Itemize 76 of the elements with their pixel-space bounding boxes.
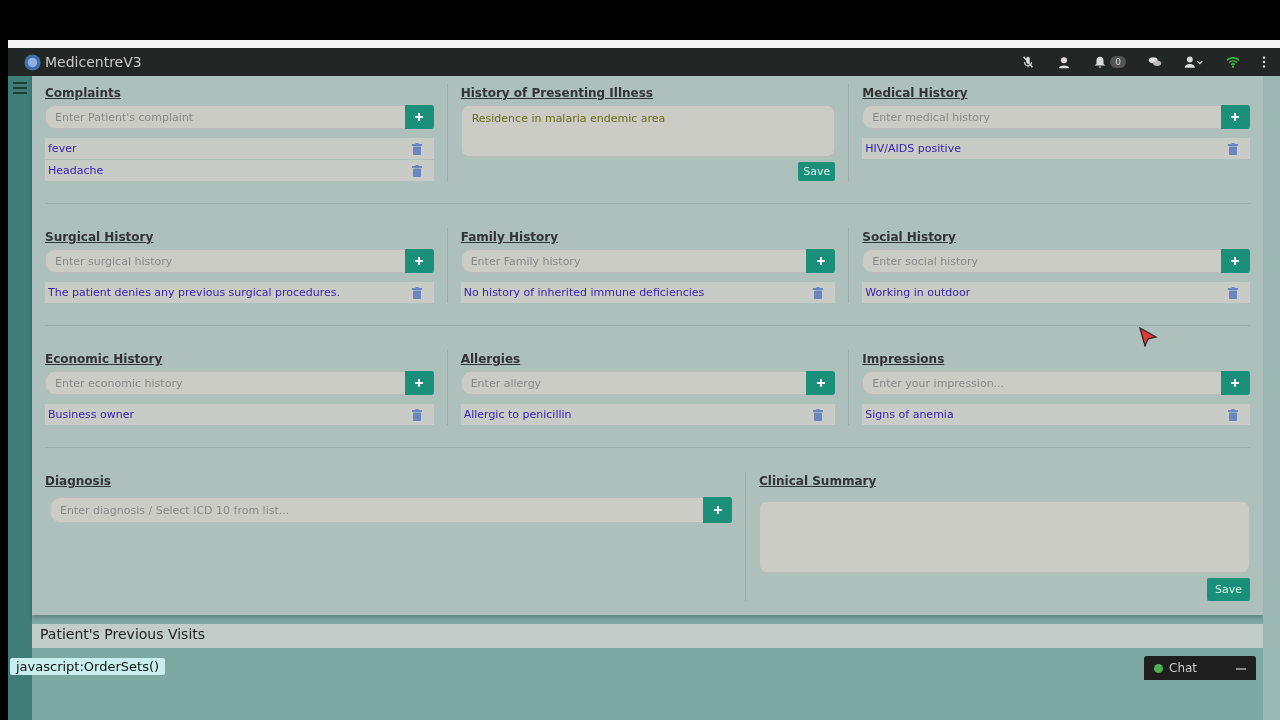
add-button[interactable]	[806, 249, 836, 273]
input-field[interactable]: Enter economic history	[45, 371, 405, 395]
item-text: Signs of anemia	[865, 408, 954, 421]
input-field[interactable]: Enter medical history	[862, 105, 1221, 129]
text-area[interactable]: Residence in malaria endemic area	[460, 105, 836, 157]
section-heading: Clinical Summary	[759, 474, 878, 488]
plus-icon	[1230, 256, 1241, 266]
trash-icon[interactable]	[411, 408, 422, 421]
trash-icon[interactable]	[411, 142, 422, 155]
status-url: javascript:OrderSets()	[10, 658, 166, 675]
trash-icon[interactable]	[411, 286, 422, 299]
logo-icon	[24, 53, 41, 71]
add-button[interactable]	[404, 371, 434, 395]
section-heading: Economic History	[45, 352, 164, 366]
diagnosis-field[interactable]: Enter diagnosis / Select ICD 10 from list...	[50, 497, 703, 523]
item-text: Allergic to penicillin	[463, 408, 572, 421]
item-text: Working in outdoor	[865, 286, 971, 299]
input-field[interactable]: Enter Family history	[460, 249, 807, 273]
section-heading: Allergies	[460, 352, 522, 366]
more-options-icon[interactable]	[1262, 55, 1266, 69]
item-text: fever	[48, 142, 77, 155]
menu-icon[interactable]	[13, 82, 27, 94]
trash-icon[interactable]	[1228, 408, 1238, 421]
muted-microphone-icon[interactable]	[1021, 55, 1036, 69]
chat-label: Chat	[1169, 661, 1199, 675]
add-button[interactable]	[703, 497, 732, 523]
item-text: No history of inherited immune deficiencies	[463, 286, 705, 299]
input-field[interactable]: Enter social history	[862, 249, 1221, 273]
save-button[interactable]: Save	[798, 162, 836, 181]
section-heading: Diagnosis	[45, 474, 112, 488]
section-heading: Family History	[460, 230, 559, 244]
input-field[interactable]: Enter surgical history	[45, 249, 405, 273]
trash-icon[interactable]	[1228, 142, 1238, 155]
add-button[interactable]	[404, 105, 434, 129]
plus-icon	[1230, 112, 1241, 122]
item-text: Business owner	[48, 408, 134, 421]
previous-visits-panel[interactable]: Patient's Previous Visits	[32, 624, 1263, 648]
bell-icon[interactable]	[1093, 55, 1108, 69]
section-heading: Social History	[862, 230, 957, 244]
plus-icon	[414, 378, 425, 388]
add-button[interactable]	[1221, 249, 1250, 273]
item-text: The patient denies any previous surgical procedures.	[48, 286, 341, 299]
item-text: Headache	[48, 164, 104, 177]
add-button[interactable]	[1221, 371, 1250, 395]
notification-count: 0	[1110, 56, 1126, 68]
add-button[interactable]	[404, 249, 434, 273]
trash-icon[interactable]	[1228, 286, 1238, 299]
input-field[interactable]: Enter Patient's complaint	[45, 105, 405, 129]
trash-icon[interactable]	[411, 164, 422, 177]
save-button[interactable]: Save	[1207, 578, 1250, 601]
plus-icon	[1230, 378, 1241, 388]
input-field[interactable]: Enter allergy	[460, 371, 807, 395]
chat-bubbles-icon[interactable]	[1148, 55, 1162, 69]
plus-icon	[712, 505, 723, 515]
section-heading: Surgical History	[45, 230, 155, 244]
section-heading: Complaints	[45, 86, 122, 100]
plus-icon	[815, 378, 826, 388]
plus-icon	[414, 256, 425, 266]
scrollbar-track[interactable]	[1263, 76, 1280, 720]
add-button[interactable]	[1221, 105, 1250, 129]
input-field[interactable]: Enter your impression...	[862, 371, 1221, 395]
add-button[interactable]	[806, 371, 836, 395]
wifi-icon[interactable]	[1226, 55, 1240, 69]
person-icon[interactable]	[1057, 55, 1072, 69]
section-heading: Medical History	[862, 86, 969, 100]
plus-icon	[815, 256, 826, 266]
item-text: HIV/AIDS positive	[865, 142, 961, 155]
chat-widget[interactable]: Chat	[1144, 656, 1256, 680]
minimize-icon[interactable]	[1236, 666, 1246, 670]
user-menu-icon[interactable]	[1184, 55, 1204, 69]
section-heading: Impressions	[862, 352, 946, 366]
section-heading: History of Presenting Illness	[460, 86, 654, 100]
trash-icon[interactable]	[813, 286, 824, 299]
plus-icon	[414, 112, 425, 122]
app-title: MedicentreV3	[45, 54, 142, 70]
trash-icon[interactable]	[813, 408, 824, 421]
